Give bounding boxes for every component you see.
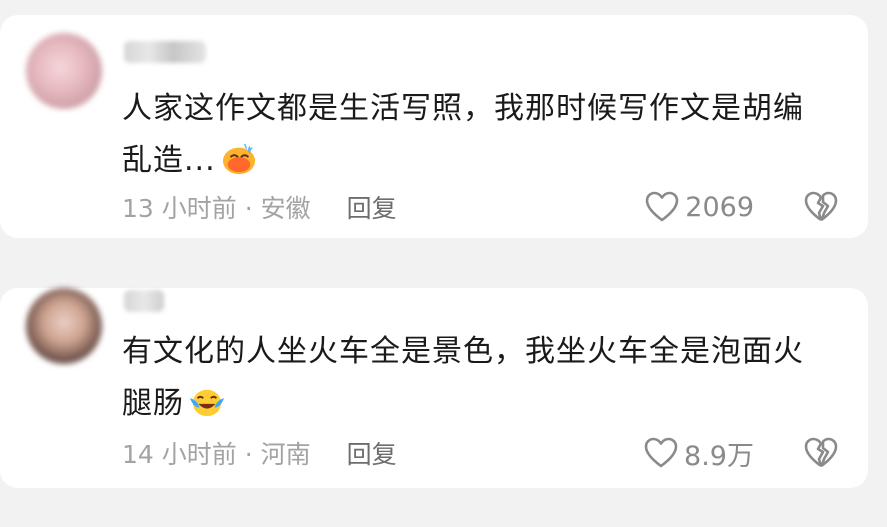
username-redacted[interactable] bbox=[124, 290, 164, 312]
time-location: 13 小时前 · 安徽 bbox=[122, 194, 311, 223]
sweat-laugh-emoji-icon bbox=[222, 143, 255, 175]
avatar[interactable] bbox=[26, 33, 102, 109]
tears-of-joy-emoji-icon bbox=[190, 389, 224, 417]
broken-heart-icon bbox=[804, 191, 838, 222]
like-button[interactable]: 8.9万 bbox=[644, 434, 754, 473]
reply-button[interactable]: 回复 bbox=[347, 435, 397, 471]
comment-text-line: 乱造... bbox=[122, 135, 832, 187]
broken-heart-icon bbox=[804, 437, 838, 468]
comment-text-tail: 腿肠 bbox=[122, 386, 184, 421]
username-redacted[interactable] bbox=[124, 41, 206, 63]
avatar[interactable] bbox=[26, 288, 102, 364]
comment-meta: 13 小时前 · 安徽 回复 2069 bbox=[122, 187, 838, 227]
heart-outline-icon bbox=[645, 191, 679, 222]
comment-text: 有文化的人坐火车全是景色，我坐火车全是泡面火 腿肠 bbox=[122, 326, 832, 430]
dislike-button[interactable] bbox=[804, 437, 838, 469]
comment-text-tail: 乱造... bbox=[122, 143, 216, 178]
comment-card: 人家这作文都是生活写照，我那时候写作文是胡编 乱造... 13 小时前 · 安徽… bbox=[0, 15, 868, 238]
comment-text-line: 有文化的人坐火车全是景色，我坐火车全是泡面火 bbox=[122, 334, 804, 369]
comment-text-line: 人家这作文都是生活写照，我那时候写作文是胡编 bbox=[122, 91, 804, 126]
comment-meta: 14 小时前 · 河南 回复 8.9万 bbox=[122, 433, 838, 473]
comment-card: 有文化的人坐火车全是景色，我坐火车全是泡面火 腿肠 14 小时前 · 河南 回复… bbox=[0, 288, 868, 488]
comment-text: 人家这作文都是生活写照，我那时候写作文是胡编 乱造... bbox=[122, 83, 832, 187]
reply-button[interactable]: 回复 bbox=[347, 189, 397, 225]
heart-outline-icon bbox=[644, 437, 678, 468]
comment-text-line: 腿肠 bbox=[122, 378, 832, 430]
dislike-button[interactable] bbox=[804, 191, 838, 223]
like-button[interactable]: 2069 bbox=[645, 191, 754, 223]
like-count: 8.9万 bbox=[684, 440, 754, 472]
time-location: 14 小时前 · 河南 bbox=[122, 440, 311, 469]
like-count: 2069 bbox=[685, 191, 754, 223]
